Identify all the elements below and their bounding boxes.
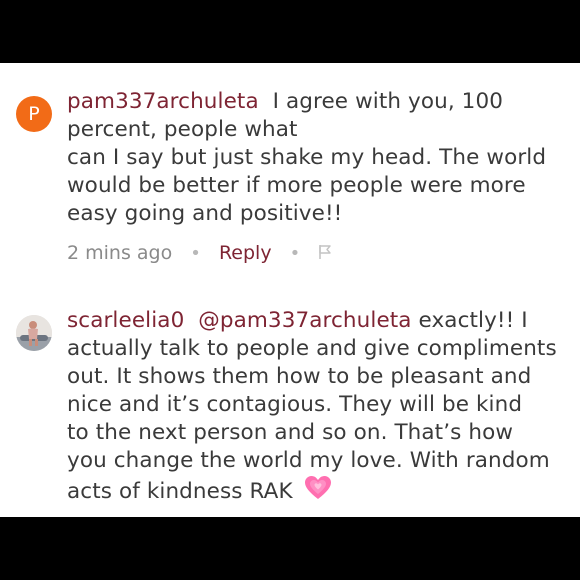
comment-username[interactable]: scarleelia0 — [67, 308, 184, 333]
comment-body: scarleelia0 @pam337archuleta exactly!! I… — [67, 307, 567, 509]
avatar[interactable]: P — [16, 96, 52, 132]
comment-text-line: nice and it’s contagious. They will be k… — [67, 392, 523, 417]
comment-text-line: to the next person and so on. That’s how — [67, 420, 514, 445]
comment-text-line: easy going and positive!! — [67, 201, 343, 226]
comment-text-line: you change the world my love. With rando… — [67, 448, 550, 473]
reply-button[interactable]: Reply — [219, 242, 272, 264]
comment-text-line: percent, people what — [67, 117, 298, 142]
comment-timestamp: 2 mins ago — [67, 242, 173, 264]
top-black-bar — [0, 0, 580, 63]
comment-text-line: I agree with you, 100 — [272, 89, 504, 114]
comment-text-line: can I say but just shake my head. The wo… — [67, 145, 547, 170]
flag-icon[interactable] — [318, 243, 332, 265]
separator-dot: • — [190, 243, 201, 264]
comments-panel: P pam337archuleta I agree with you, 100 … — [0, 63, 580, 517]
comment-text-line: would be better if more people were more — [67, 173, 526, 198]
comment-body: pam337archuleta I agree with you, 100 pe… — [67, 88, 572, 228]
avatar-letter: P — [28, 103, 40, 125]
comment-text-line: out. It shows them how to be pleasant an… — [67, 364, 532, 389]
comment-text-line: acts of kindness RAK — [67, 479, 293, 504]
mention-link[interactable]: @pam337archuleta — [198, 308, 411, 333]
separator-dot: • — [289, 243, 301, 264]
comment-text-line: exactly!! I — [418, 308, 528, 333]
avatar[interactable] — [16, 315, 52, 351]
comment-text-line: actually talk to people and give complim… — [67, 336, 557, 361]
comment-username[interactable]: pam337archuleta — [67, 89, 259, 114]
comment-meta: 2 mins ago • Reply • — [67, 242, 332, 265]
bottom-black-bar — [0, 517, 580, 580]
growing-heart-icon — [304, 475, 332, 509]
